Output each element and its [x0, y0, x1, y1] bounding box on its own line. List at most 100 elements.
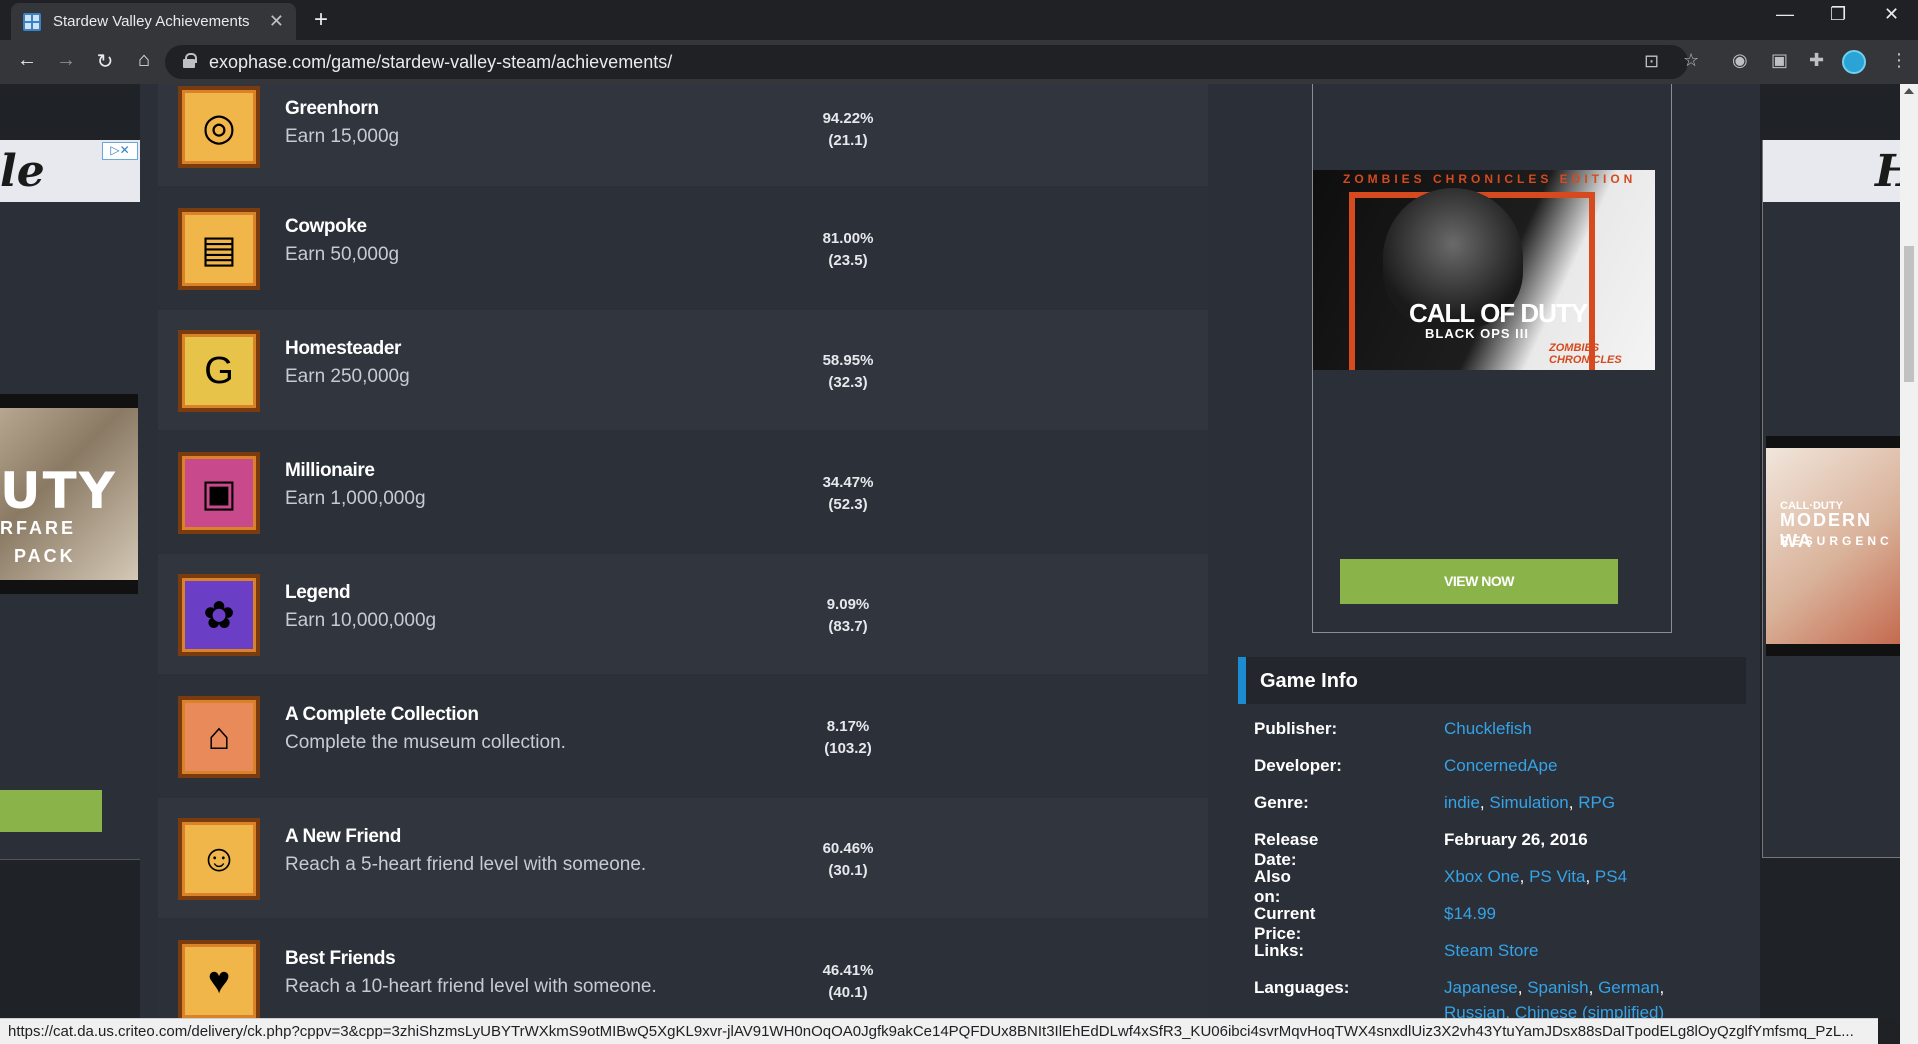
achievement-name[interactable]: A New Friend — [285, 826, 401, 848]
achievement-percent: 34.47% — [822, 474, 874, 491]
achievement-row[interactable]: ◎ Greenhorn Earn 15,000g 94.22% (21.1) — [158, 84, 1208, 188]
language-link[interactable]: German — [1598, 978, 1659, 997]
achievement-name[interactable]: Cowpoke — [285, 216, 367, 238]
developer-value: ConcernedApe — [1444, 756, 1557, 776]
new-tab-icon[interactable]: + — [314, 6, 328, 34]
golden-cat-icon: ✿ — [178, 574, 260, 656]
achievement-percent: 9.09% — [826, 596, 870, 613]
left-ad-logo-text: le — [0, 146, 45, 197]
achievement-percent: 8.17% — [826, 718, 870, 735]
page-scrollbar[interactable] — [1900, 84, 1918, 1044]
language-link[interactable]: Japanese — [1444, 978, 1518, 997]
achievement-points: (40.1) — [828, 984, 868, 1001]
platform-link[interactable]: Xbox One — [1444, 867, 1520, 886]
profile-avatar[interactable] — [1842, 50, 1866, 74]
left-ad-image[interactable]: UTY RFARE PACK — [0, 394, 138, 594]
languages-value-continued: Russian, Chinese (simplified) — [1444, 1003, 1664, 1018]
left-side-ad[interactable]: le ▷✕ UTY RFARE PACK — [0, 140, 140, 860]
extension-gauge-icon[interactable]: ◉ — [1732, 50, 1748, 71]
address-url[interactable]: exophase.com/game/stardew-valley-steam/a… — [209, 52, 672, 73]
game-info-panel: Game Info Publisher: Chucklefish Develop… — [1238, 657, 1746, 1018]
home-icon[interactable]: ⌂ — [131, 49, 157, 72]
language-link[interactable]: Spanish — [1527, 978, 1588, 997]
achievement-name[interactable]: A Complete Collection — [285, 704, 479, 726]
achievement-row[interactable]: ▤ Cowpoke Earn 50,000g 81.00% (23.5) — [158, 188, 1208, 310]
sidebar-ad[interactable]: ZOMBIES CHRONICLES EDITION CALL OF DUTY … — [1312, 84, 1672, 633]
achievement-name[interactable]: Millionaire — [285, 460, 375, 482]
scroll-up-arrow-icon[interactable] — [1904, 88, 1914, 94]
achievement-description: Reach a 5-heart friend level with someon… — [285, 854, 647, 875]
genre-label: Genre: — [1254, 793, 1309, 812]
achievement-name[interactable]: Greenhorn — [285, 98, 379, 120]
status-url: https://cat.da.us.criteo.com/delivery/ck… — [8, 1023, 1854, 1040]
achievement-name[interactable]: Best Friends — [285, 948, 396, 970]
steam-store-link[interactable]: Steam Store — [1444, 941, 1539, 960]
platform-link[interactable]: PS Vita — [1529, 867, 1585, 886]
languages-label: Languages: — [1254, 978, 1350, 997]
view-now-button[interactable]: VIEW NOW — [1340, 559, 1618, 604]
price-link[interactable]: $14.99 — [1444, 904, 1496, 923]
reload-icon[interactable]: ↻ — [92, 49, 118, 74]
restore-icon[interactable]: ❐ — [1830, 4, 1846, 25]
extensions-puzzle-icon[interactable]: ✚ — [1809, 50, 1824, 71]
scrollbar-thumb[interactable] — [1904, 246, 1914, 382]
achievement-list: ◎ Greenhorn Earn 15,000g 94.22% (21.1) ▤ Cowpo… — [158, 84, 1208, 1018]
achievement-row[interactable]: G Homesteader Earn 250,000g 58.95% (32.3) — [158, 310, 1208, 432]
achievement-percent: 58.95% — [822, 352, 874, 369]
tab-close-icon[interactable]: ✕ — [269, 11, 284, 32]
achievement-stats: 34.47% (52.3) — [778, 472, 918, 516]
lock-icon[interactable] — [183, 53, 197, 68]
adchoices-icon[interactable]: ▷✕ — [102, 142, 138, 160]
languages-value: Japanese, Spanish, German, — [1444, 978, 1665, 997]
game-info-title: Game Info — [1260, 670, 1358, 692]
browser-tab[interactable]: Stardew Valley Achievements ✕ — [11, 3, 296, 40]
developer-link[interactable]: ConcernedApe — [1444, 756, 1557, 775]
translate-icon[interactable]: ⊡ — [1644, 51, 1659, 72]
publisher-link[interactable]: Chucklefish — [1444, 719, 1532, 738]
forward-icon[interactable]: → — [53, 49, 79, 72]
coin-stack-icon: ▤ — [178, 208, 260, 290]
achievement-row[interactable]: ⌂ A Complete Collection Complete the museu… — [158, 676, 1208, 798]
achievement-stats: 58.95% (32.3) — [778, 350, 918, 394]
achievement-row[interactable]: ♥ Best Friends Reach a 10-heart friend lev… — [158, 920, 1208, 1018]
status-bar: https://cat.da.us.criteo.com/delivery/ck… — [0, 1018, 1878, 1044]
window-close-icon[interactable]: ✕ — [1884, 4, 1899, 25]
achievement-points: (23.5) — [828, 252, 868, 269]
right-ad-line3: RESURGENC — [1780, 534, 1893, 548]
game-info-header: Game Info — [1238, 657, 1746, 704]
chrome-menu-icon[interactable]: ⋮ — [1890, 50, 1908, 71]
minimize-icon[interactable]: — — [1776, 4, 1794, 25]
ad-banner-image[interactable]: ZOMBIES CHRONICLES EDITION CALL OF DUTY … — [1313, 170, 1655, 370]
achievement-name[interactable]: Homesteader — [285, 338, 401, 360]
achievement-description: Earn 10,000,000g — [285, 610, 437, 631]
achievement-description: Earn 50,000g — [285, 244, 400, 265]
achievement-name[interactable]: Legend — [285, 582, 351, 604]
left-ad-line3: PACK — [14, 546, 76, 566]
bookmark-star-icon[interactable]: ☆ — [1683, 50, 1699, 71]
right-ad-image[interactable]: CALL·DUTY MODERN WA RESURGENC — [1766, 436, 1900, 656]
platform-link[interactable]: PS4 — [1595, 867, 1627, 886]
right-ad-logo-text: H — [1875, 146, 1900, 197]
ad-edition-text: ZOMBIES CHRONICLES EDITION — [1343, 172, 1637, 186]
genre-link[interactable]: RPG — [1578, 793, 1615, 812]
language-link[interactable]: Russian, Chinese (simplified) — [1444, 1003, 1664, 1018]
left-ad-button[interactable] — [0, 790, 102, 832]
genre-link[interactable]: indie — [1444, 793, 1480, 812]
achievement-points: (83.7) — [828, 618, 868, 635]
right-ad-header[interactable]: H — [1763, 140, 1900, 202]
left-ad-header[interactable]: le ▷✕ — [0, 140, 140, 202]
achievement-stats: 94.22% (21.1) — [778, 108, 918, 152]
extension-square-icon[interactable]: ▣ — [1771, 50, 1788, 71]
achievement-row[interactable]: ☺ A New Friend Reach a 5-heart friend leve… — [158, 798, 1208, 920]
back-icon[interactable]: ← — [14, 49, 40, 72]
address-bar[interactable]: exophase.com/game/stardew-valley-steam/a… — [165, 45, 1699, 79]
genre-link[interactable]: Simulation — [1489, 793, 1568, 812]
release-date-label: Release Date: — [1254, 830, 1319, 869]
also-on-value: Xbox One, PS Vita, PS4 — [1444, 867, 1628, 886]
achievement-row[interactable]: ▣ Millionaire Earn 1,000,000g 34.47% (52.3) — [158, 432, 1208, 554]
publisher-value: Chucklefish — [1444, 719, 1532, 739]
heart-icon: ♥ — [178, 940, 260, 1018]
right-side-ad[interactable]: H CALL·DUTY MODERN WA RESURGENC — [1762, 140, 1900, 858]
browser-tab-bar: Stardew Valley Achievements ✕ + — ❐ ✕ — [0, 0, 1918, 40]
achievement-row[interactable]: ✿ Legend Earn 10,000,000g 9.09% (83.7) — [158, 554, 1208, 676]
